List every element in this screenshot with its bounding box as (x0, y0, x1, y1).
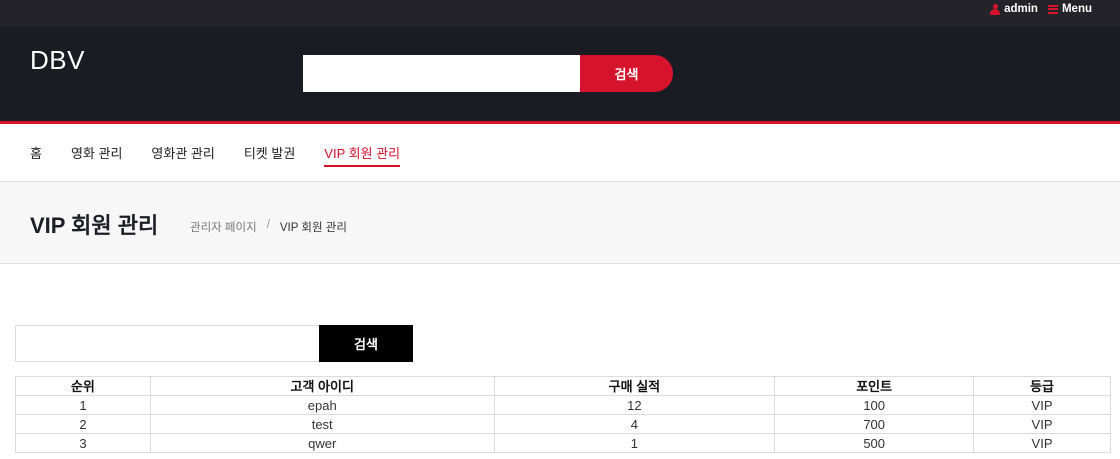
cell-points: 100 (774, 395, 975, 415)
nav-items: 홈 영화 관리 영화관 관리 티켓 발권 VIP 회원 관리 (30, 143, 429, 167)
nav-item-ticket-issue[interactable]: 티켓 발권 (244, 143, 295, 167)
cell-points: 700 (774, 414, 975, 434)
menu-icon (1047, 4, 1058, 14)
cell-customer-id: qwer (149, 433, 495, 453)
header-search-input[interactable] (303, 55, 580, 92)
vip-search: 검색 (15, 325, 413, 362)
cell-rank: 2 (15, 414, 151, 434)
cell-grade: VIP (973, 395, 1111, 415)
menu-link[interactable]: Menu (1047, 3, 1092, 15)
menu-label: Menu (1061, 3, 1092, 15)
top-links: admin Menu (990, 0, 1092, 18)
header: DBV 검색 (0, 27, 1120, 121)
nav-item-home[interactable]: 홈 (30, 143, 42, 167)
main-nav: 홈 영화 관리 영화관 관리 티켓 발권 VIP 회원 관리 (0, 124, 1120, 182)
cell-customer-id: epah (149, 395, 495, 415)
cell-purchases: 1 (493, 433, 776, 453)
cell-points: 500 (774, 433, 975, 453)
nav-item-theater-management[interactable]: 영화관 관리 (151, 143, 214, 167)
user-icon (990, 3, 1001, 15)
breadcrumb: 관리자 페이지 / VIP 회원 관리 (190, 219, 347, 235)
page-title-bar: VIP 회원 관리 관리자 페이지 / VIP 회원 관리 (0, 182, 1120, 264)
vip-search-input[interactable] (15, 325, 319, 362)
column-header-points: 포인트 (774, 376, 975, 396)
nav-item-vip-management[interactable]: VIP 회원 관리 (324, 143, 401, 167)
breadcrumb-admin-page[interactable]: 관리자 페이지 (190, 219, 257, 235)
column-header-rank: 순위 (15, 376, 151, 396)
top-bar: admin Menu (0, 0, 1120, 27)
logo[interactable]: DBV (30, 45, 85, 76)
table-row: 3 qwer 1 500 VIP (15, 433, 1111, 453)
vip-table: 순위 고객 아이디 구매 실적 포인트 등급 1 epah 12 100 VIP… (15, 376, 1111, 453)
admin-link[interactable]: admin (990, 3, 1038, 15)
header-search: 검색 (303, 55, 673, 92)
breadcrumb-separator: / (266, 219, 270, 231)
table-header-row: 순위 고객 아이디 구매 실적 포인트 등급 (15, 376, 1111, 396)
column-header-grade: 등급 (973, 376, 1111, 396)
cell-customer-id: test (149, 414, 495, 434)
cell-rank: 1 (15, 395, 151, 415)
column-header-purchases: 구매 실적 (493, 376, 776, 396)
cell-purchases: 4 (493, 414, 776, 434)
nav-item-movie-management[interactable]: 영화 관리 (71, 143, 122, 167)
cell-grade: VIP (973, 433, 1111, 453)
vip-search-button[interactable]: 검색 (319, 325, 413, 362)
breadcrumb-current: VIP 회원 관리 (279, 222, 347, 234)
header-search-button[interactable]: 검색 (580, 55, 673, 92)
cell-purchases: 12 (493, 395, 776, 415)
page-title: VIP 회원 관리 (30, 213, 159, 238)
table-row: 1 epah 12 100 VIP (15, 395, 1111, 415)
table-row: 2 test 4 700 VIP (15, 414, 1111, 434)
admin-label: admin (1004, 3, 1038, 15)
cell-rank: 3 (15, 433, 151, 453)
column-header-customer-id: 고객 아이디 (149, 376, 495, 396)
cell-grade: VIP (973, 414, 1111, 434)
